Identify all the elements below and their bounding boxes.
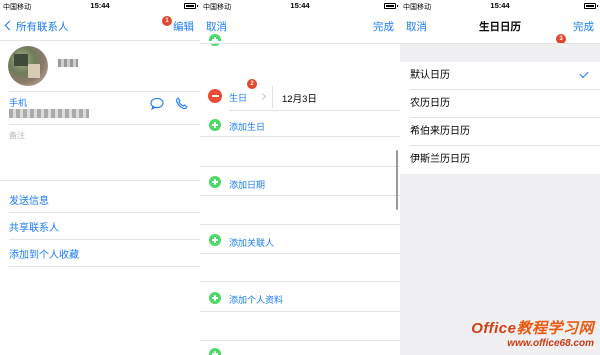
back-button[interactable]: 所有联系人 — [4, 19, 69, 34]
divider — [200, 195, 400, 196]
avatar — [8, 46, 48, 86]
battery-icon — [584, 3, 598, 9]
divider — [272, 86, 273, 108]
calendar-option-islamic[interactable]: 伊斯兰历日历 — [400, 146, 600, 174]
battery-icon — [384, 3, 398, 9]
cancel-button[interactable]: 取消 — [206, 19, 227, 34]
divider — [200, 136, 400, 137]
add-circle-icon[interactable] — [209, 292, 221, 304]
watermark-cn: 教程学习网 — [516, 320, 594, 337]
step-badge: 2 — [247, 79, 257, 89]
calendar-option-label: 希伯来历日历 — [410, 126, 470, 137]
add-circle-icon[interactable] — [209, 348, 221, 355]
phone-icon[interactable] — [175, 97, 188, 110]
clock: 15:44 — [90, 1, 110, 10]
add-birthday-button[interactable]: 添加生日 — [229, 120, 265, 133]
back-button-label: 所有联系人 — [16, 21, 69, 33]
divider — [200, 166, 400, 167]
status-bar: 中国移动 15:44 — [400, 0, 600, 12]
divider — [9, 266, 200, 267]
edit-button[interactable]: 编辑 — [173, 19, 194, 34]
calendar-option-default[interactable]: 默认日历 — [400, 62, 600, 90]
divider — [9, 212, 200, 213]
watermark-prefix: Office — [471, 320, 517, 337]
contact-name-redacted — [58, 59, 78, 67]
calendar-option-lunar[interactable]: 农历日历 — [400, 90, 600, 118]
remove-circle-icon[interactable] — [208, 89, 222, 103]
calendar-list: 默认日历 农历日历 希伯来历日历 伊斯兰历日历 — [400, 62, 600, 174]
birthday-calendar-panel: 中国移动 15:44 取消 生日日历 完成 3 默认日历 农历日历 希伯来历日历… — [400, 0, 600, 355]
divider — [9, 91, 200, 92]
divider — [200, 281, 400, 282]
nav-title: 生日日历 — [479, 21, 521, 33]
add-circle-icon[interactable] — [209, 176, 221, 188]
birthday-value[interactable]: 12月3日 — [282, 91, 317, 105]
calendar-option-label: 农历日历 — [410, 98, 450, 109]
contact-detail-panel: 中国移动 15:44 所有联系人 编辑 1 手机 备注 发送信息 共享联系人 添… — [0, 0, 200, 355]
clock: 15:44 — [290, 1, 310, 10]
divider — [200, 253, 400, 254]
add-related-person-button[interactable]: 添加关联人 — [229, 236, 274, 249]
watermark-url: www.office68.com — [507, 338, 594, 349]
calendar-option-hebrew[interactable]: 希伯来历日历 — [400, 118, 600, 146]
add-profile-button[interactable]: 添加个人资料 — [229, 293, 283, 306]
add-date-button[interactable]: 添加日期 — [229, 178, 265, 191]
send-message-button[interactable]: 发送信息 — [9, 192, 49, 207]
clock: 15:44 — [490, 1, 510, 10]
done-button[interactable]: 完成 — [573, 19, 594, 34]
status-bar: 中国移动 15:44 — [200, 0, 400, 12]
nav-divider — [400, 43, 600, 44]
checkmark-icon — [579, 68, 589, 79]
calendar-option-label: 伊斯兰历日历 — [410, 154, 470, 165]
message-icon[interactable] — [150, 97, 164, 110]
divider — [200, 224, 400, 225]
add-circle-icon[interactable] — [209, 119, 221, 131]
share-contact-button[interactable]: 共享联系人 — [9, 219, 59, 234]
add-circle-icon[interactable] — [209, 34, 221, 46]
notes-label: 备注 — [9, 131, 25, 140]
divider — [9, 239, 200, 240]
calendar-option-label: 默认日历 — [410, 70, 450, 81]
battery-icon — [184, 3, 198, 9]
edit-contact-panel: 中国移动 15:44 取消 完成 2 生日 12月3日 添加生日 添加日期 添加… — [200, 0, 400, 355]
divider — [200, 311, 400, 312]
watermark-logo: Office教程学习网 www.office68.com — [471, 317, 594, 349]
phone-label: 手机 — [9, 98, 28, 108]
nav-divider — [200, 43, 400, 44]
chevron-left-icon — [4, 20, 15, 31]
watermark-line1: Office教程学习网 — [471, 317, 594, 338]
divider — [229, 110, 400, 111]
add-to-favorites-button[interactable]: 添加到个人收藏 — [9, 246, 79, 261]
chevron-right-icon — [258, 92, 267, 101]
nav-bar: 取消 生日日历 完成 — [400, 14, 600, 38]
done-button[interactable]: 完成 — [373, 19, 394, 34]
divider — [0, 180, 200, 181]
birthday-label-button[interactable]: 生日 — [229, 91, 247, 104]
status-bar: 中国移动 15:44 — [0, 0, 200, 12]
divider — [200, 340, 400, 341]
scrollbar[interactable] — [396, 150, 398, 210]
step-badge: 1 — [162, 16, 172, 26]
nav-divider — [0, 40, 200, 41]
add-circle-icon[interactable] — [209, 234, 221, 246]
nav-bar: 取消 完成 — [200, 14, 400, 38]
phone-number-redacted[interactable] — [9, 109, 89, 118]
divider — [9, 124, 200, 125]
